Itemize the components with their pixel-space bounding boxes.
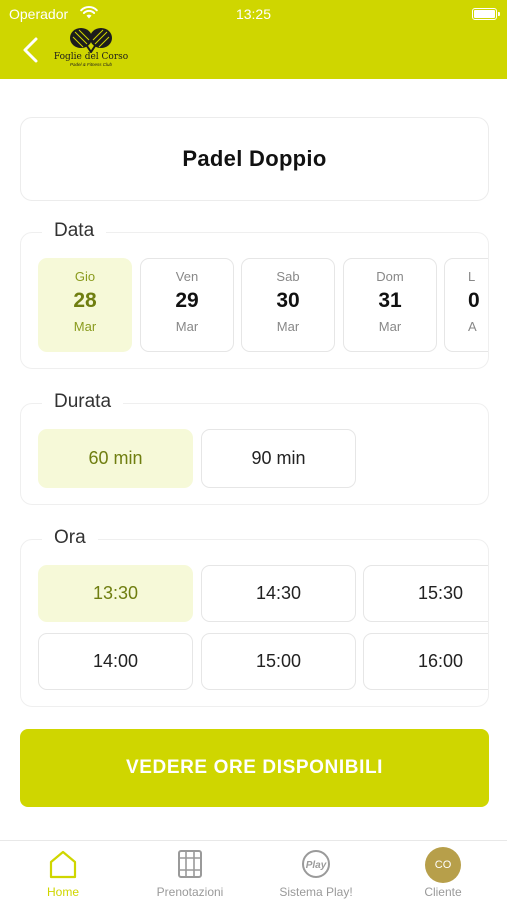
time-slot[interactable]: 15:00 — [201, 633, 356, 690]
tab-home[interactable]: Home — [0, 841, 126, 900]
time-slot[interactable]: 16:00 — [363, 633, 488, 690]
logo-tagline: Padel & Fitness Club — [69, 62, 113, 67]
padel-rackets-logo-icon — [70, 28, 112, 53]
date-option[interactable]: Dom 31 Mar — [343, 258, 437, 352]
date-day: 28 — [73, 289, 97, 312]
date-weekday: L — [468, 269, 476, 284]
tab-label: Sistema Play! — [279, 885, 353, 899]
bottom-tab-bar: Home Prenotazioni Play Sistema Play! CO … — [0, 840, 507, 900]
date-day: 30 — [276, 289, 300, 312]
date-month: Mar — [276, 319, 300, 334]
status-time: 13:25 — [235, 6, 272, 22]
battery-icon — [472, 8, 500, 20]
logo-name: Foglie del Corso — [53, 52, 129, 62]
time-section-legend: Ora — [42, 527, 98, 549]
duration-section: 60 min 90 min — [20, 403, 489, 505]
tab-prenotazioni[interactable]: Prenotazioni — [127, 841, 253, 900]
duration-option[interactable]: 90 min — [201, 429, 356, 488]
svg-text:Play: Play — [306, 860, 327, 871]
duration-section-legend: Durata — [42, 391, 124, 413]
date-weekday: Gio — [74, 269, 96, 284]
home-icon — [49, 850, 77, 879]
play-logo-icon: Play — [302, 850, 330, 878]
service-title: Padel Doppio — [182, 146, 327, 171]
date-weekday: Ven — [175, 269, 199, 284]
avatar: CO — [425, 847, 461, 883]
date-day: 29 — [175, 289, 199, 312]
date-weekday: Sab — [276, 269, 300, 284]
date-month: Mar — [378, 319, 402, 334]
date-month: Mar — [175, 319, 199, 334]
date-option[interactable]: Ven 29 Mar — [140, 258, 234, 352]
date-month: Mar — [73, 319, 97, 334]
time-section: 13:30 14:30 15:30 14:00 15:00 16:00 — [20, 539, 489, 707]
date-section-legend: Data — [42, 220, 107, 242]
back-button[interactable] — [18, 36, 46, 64]
date-section: Gio 28 Mar Ven 29 Mar Sab 30 Mar Dom 31 … — [20, 232, 489, 369]
date-option[interactable]: Gio 28 Mar — [38, 258, 132, 352]
tab-label: Home — [46, 885, 79, 899]
date-day: 31 — [378, 289, 402, 312]
tab-label: Prenotazioni — [156, 885, 224, 899]
tab-label: Cliente — [424, 885, 462, 899]
club-logo: Foglie del Corso Padel & Fitness Club — [48, 27, 134, 77]
tab-cliente[interactable]: CO Cliente — [380, 841, 506, 900]
time-slot[interactable]: 15:30 — [363, 565, 488, 622]
duration-option[interactable]: 60 min — [38, 429, 193, 488]
date-option[interactable]: L 0 A — [444, 258, 488, 352]
date-weekday: Dom — [376, 269, 404, 284]
time-slot[interactable]: 13:30 — [38, 565, 193, 622]
time-slot[interactable]: 14:30 — [201, 565, 356, 622]
see-available-hours-button[interactable]: VEDERE ORE DISPONIBILI — [20, 729, 489, 807]
chevron-left-icon — [23, 37, 38, 63]
date-month: A — [468, 319, 477, 334]
service-title-card: Padel Doppio — [20, 117, 489, 201]
date-option[interactable]: Sab 30 Mar — [241, 258, 335, 352]
calendar-icon — [178, 850, 202, 878]
status-bar: Operador 13:25 — [0, 0, 507, 26]
date-day: 0 — [468, 289, 480, 312]
app-header: Operador 13:25 Foglie del Corso Padel & … — [0, 0, 507, 79]
tab-sistema-play[interactable]: Play Sistema Play! — [253, 841, 379, 900]
time-slot[interactable]: 14:00 — [38, 633, 193, 690]
